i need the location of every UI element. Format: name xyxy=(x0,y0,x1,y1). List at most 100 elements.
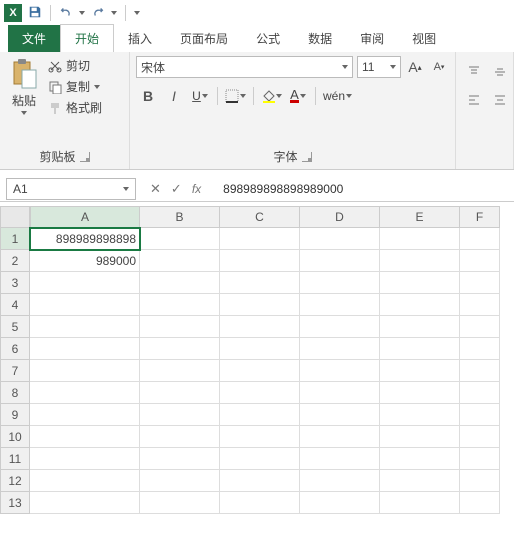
cell[interactable] xyxy=(220,360,300,382)
paste-button[interactable]: 粘贴 xyxy=(6,56,42,117)
cell[interactable] xyxy=(300,360,380,382)
cell[interactable] xyxy=(460,492,500,514)
cell[interactable] xyxy=(30,448,140,470)
cell[interactable] xyxy=(380,338,460,360)
format-painter-button[interactable]: 格式刷 xyxy=(46,98,104,117)
row-header[interactable]: 13 xyxy=(0,492,30,514)
cell[interactable] xyxy=(140,426,220,448)
row-header[interactable]: 10 xyxy=(0,426,30,448)
cell[interactable] xyxy=(220,294,300,316)
cell[interactable] xyxy=(380,228,460,250)
cell[interactable] xyxy=(380,316,460,338)
undo-icon[interactable] xyxy=(59,5,73,22)
cell[interactable] xyxy=(300,426,380,448)
row-header[interactable]: 12 xyxy=(0,470,30,492)
cell[interactable] xyxy=(380,250,460,272)
redo-dropdown[interactable] xyxy=(111,11,117,15)
cell[interactable] xyxy=(30,294,140,316)
tab-layout[interactable]: 页面布局 xyxy=(166,25,242,52)
select-all-cell[interactable] xyxy=(0,206,30,228)
cell[interactable] xyxy=(220,470,300,492)
row-header[interactable]: 4 xyxy=(0,294,30,316)
cell[interactable] xyxy=(220,228,300,250)
col-header[interactable]: D xyxy=(300,206,380,228)
name-box[interactable]: A1 xyxy=(6,178,136,200)
cell[interactable] xyxy=(300,338,380,360)
fx-icon[interactable]: fx xyxy=(192,182,201,196)
cell[interactable] xyxy=(140,404,220,426)
cell[interactable] xyxy=(300,404,380,426)
align-left-icon[interactable] xyxy=(462,88,486,112)
col-header[interactable]: A xyxy=(30,206,140,228)
clipboard-launcher[interactable] xyxy=(80,152,90,162)
cell[interactable] xyxy=(30,470,140,492)
align-center-icon[interactable] xyxy=(488,88,512,112)
cell[interactable] xyxy=(460,382,500,404)
cell[interactable] xyxy=(220,382,300,404)
cell[interactable] xyxy=(460,250,500,272)
cell[interactable] xyxy=(140,272,220,294)
tab-view[interactable]: 视图 xyxy=(398,25,450,52)
cell[interactable] xyxy=(460,316,500,338)
cell[interactable] xyxy=(460,426,500,448)
cell[interactable] xyxy=(140,448,220,470)
cell[interactable] xyxy=(300,492,380,514)
row-header[interactable]: 3 xyxy=(0,272,30,294)
cell[interactable] xyxy=(380,404,460,426)
row-header[interactable]: 11 xyxy=(0,448,30,470)
cell[interactable] xyxy=(140,338,220,360)
copy-button[interactable]: 复制 xyxy=(46,77,104,96)
cell[interactable] xyxy=(300,382,380,404)
enter-formula-icon[interactable]: ✓ xyxy=(171,181,182,197)
cell[interactable] xyxy=(140,294,220,316)
cell[interactable] xyxy=(460,294,500,316)
qat-customize[interactable] xyxy=(134,11,140,15)
cell-A2[interactable]: 989000 xyxy=(30,250,140,272)
cell[interactable] xyxy=(380,360,460,382)
cut-button[interactable]: 剪切 xyxy=(46,56,104,75)
cell[interactable] xyxy=(220,338,300,360)
cell[interactable] xyxy=(460,404,500,426)
increase-font-icon[interactable]: A▴ xyxy=(405,57,425,77)
italic-button[interactable]: I xyxy=(162,84,186,108)
cell[interactable] xyxy=(300,470,380,492)
cell[interactable] xyxy=(300,250,380,272)
cell[interactable] xyxy=(30,316,140,338)
undo-dropdown[interactable] xyxy=(79,11,85,15)
cell[interactable] xyxy=(140,228,220,250)
cell[interactable] xyxy=(140,250,220,272)
save-icon[interactable] xyxy=(28,5,42,22)
tab-review[interactable]: 审阅 xyxy=(346,25,398,52)
cell[interactable] xyxy=(30,426,140,448)
align-top-icon[interactable] xyxy=(462,60,486,84)
tab-file[interactable]: 文件 xyxy=(8,25,60,52)
cell[interactable] xyxy=(300,272,380,294)
redo-icon[interactable] xyxy=(91,5,105,22)
cell[interactable] xyxy=(300,316,380,338)
cell[interactable] xyxy=(300,448,380,470)
col-header[interactable]: F xyxy=(460,206,500,228)
align-middle-icon[interactable] xyxy=(488,60,512,84)
cell[interactable] xyxy=(220,448,300,470)
col-header[interactable]: E xyxy=(380,206,460,228)
cell[interactable] xyxy=(30,404,140,426)
phonetic-button[interactable]: wén xyxy=(321,84,354,108)
cell[interactable] xyxy=(140,470,220,492)
cell[interactable] xyxy=(140,360,220,382)
cell[interactable] xyxy=(380,382,460,404)
cell[interactable] xyxy=(220,250,300,272)
cell[interactable] xyxy=(380,426,460,448)
cell[interactable] xyxy=(460,338,500,360)
cell[interactable] xyxy=(380,448,460,470)
cell[interactable] xyxy=(30,338,140,360)
decrease-font-icon[interactable]: A▾ xyxy=(429,57,449,77)
cell[interactable] xyxy=(30,382,140,404)
cell[interactable] xyxy=(30,272,140,294)
cell[interactable] xyxy=(460,448,500,470)
cell[interactable] xyxy=(220,272,300,294)
cell[interactable] xyxy=(220,404,300,426)
cancel-formula-icon[interactable]: ✕ xyxy=(150,181,161,197)
border-button[interactable] xyxy=(223,84,248,108)
row-header[interactable]: 7 xyxy=(0,360,30,382)
cell[interactable] xyxy=(380,470,460,492)
